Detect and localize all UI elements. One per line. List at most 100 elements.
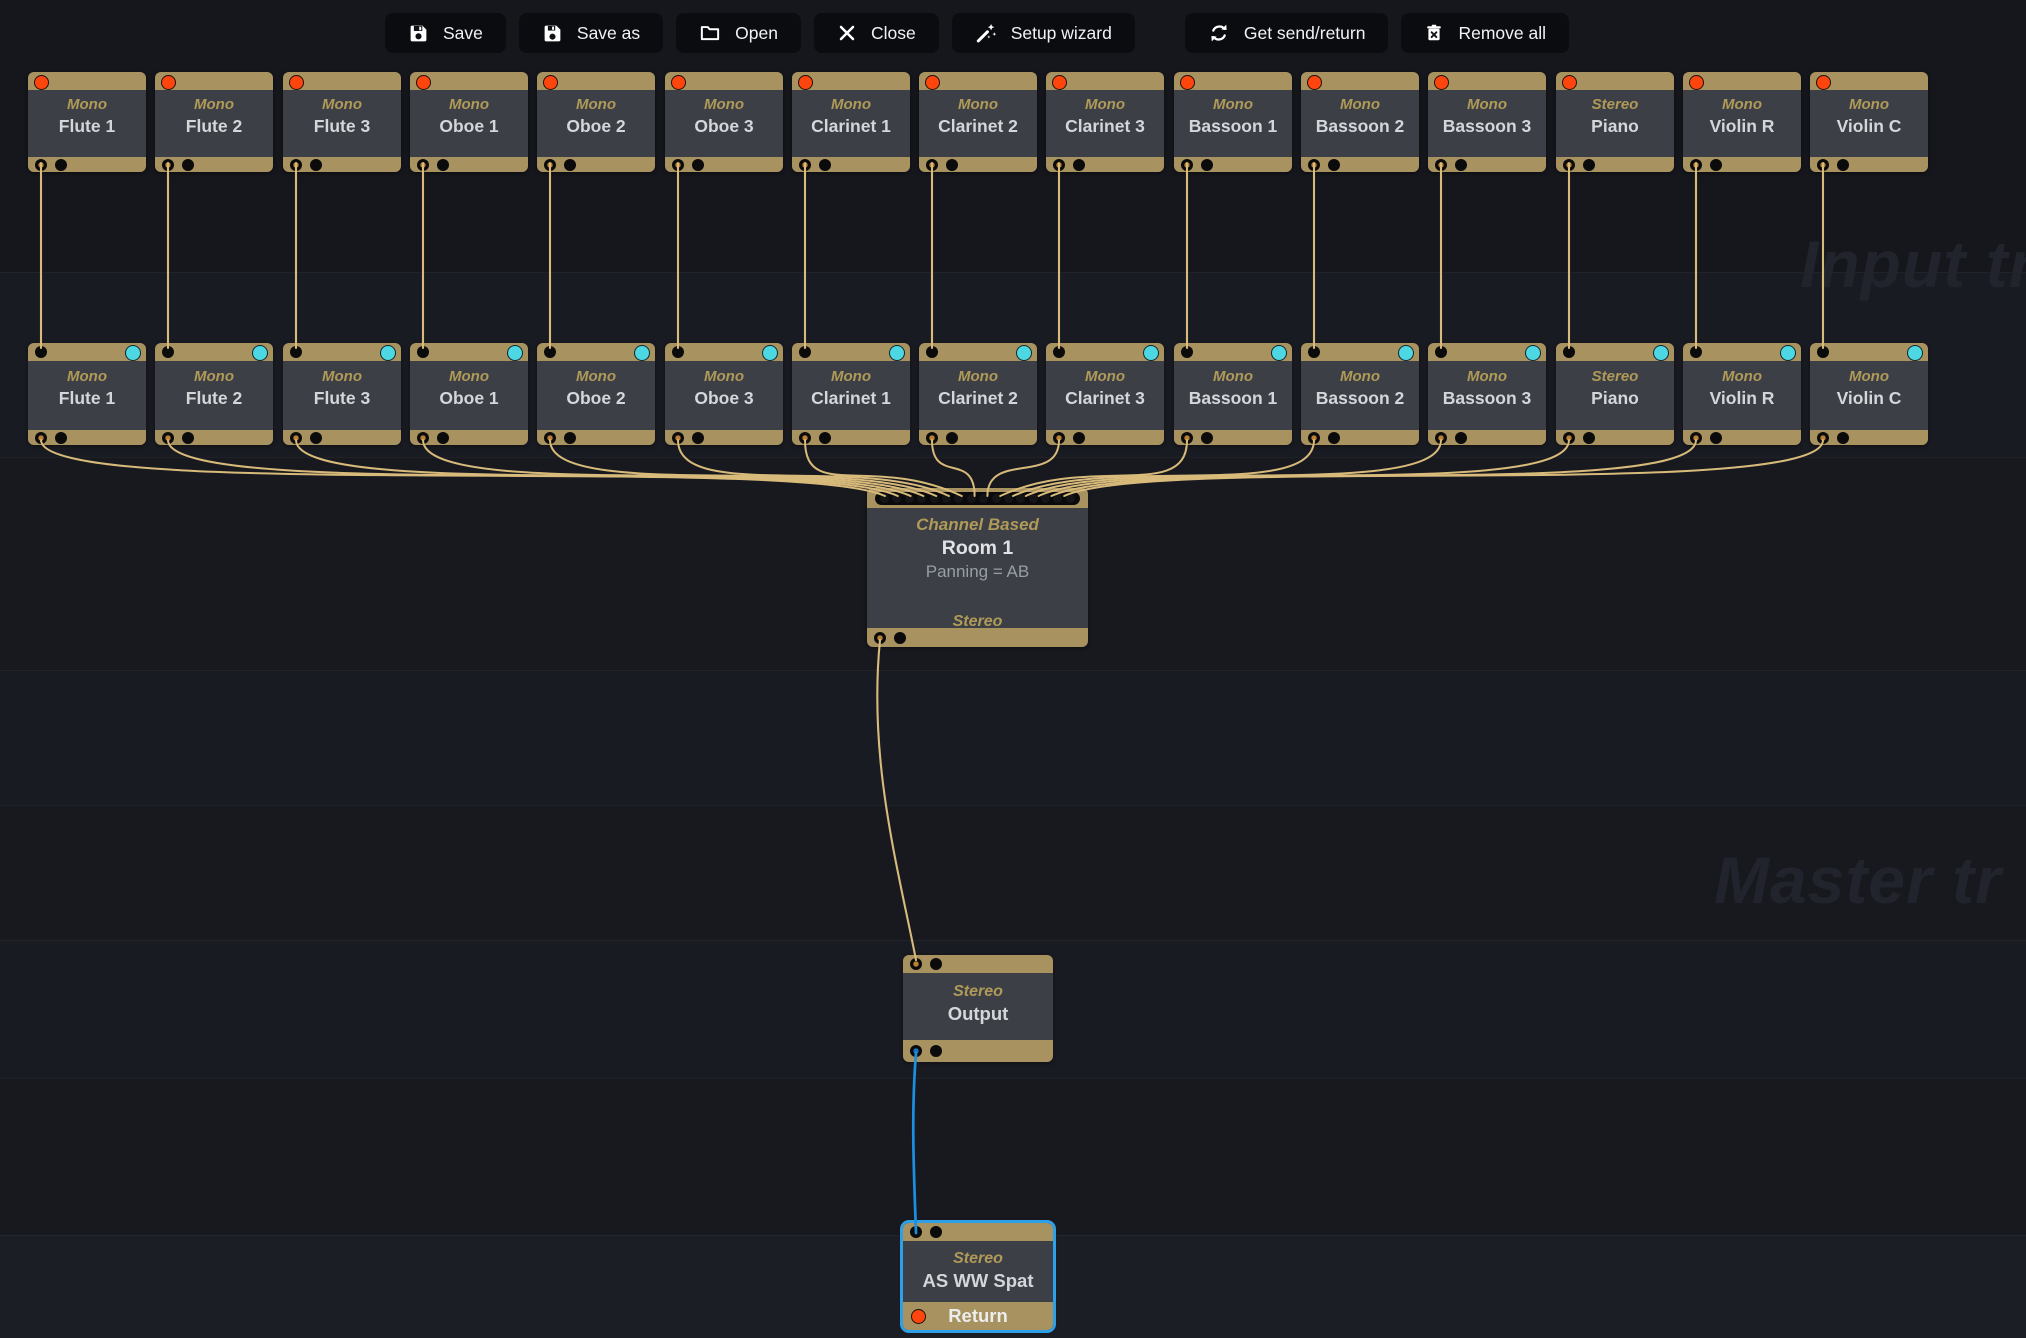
transcoder-node-clarinet-1[interactable]: MonoClarinet 1 <box>792 343 910 445</box>
output-port[interactable] <box>564 159 576 171</box>
output-port[interactable] <box>1817 432 1829 444</box>
output-port[interactable] <box>692 432 704 444</box>
output-port[interactable] <box>1328 159 1340 171</box>
output-port[interactable] <box>1201 159 1213 171</box>
output-port[interactable] <box>1201 432 1213 444</box>
output-port[interactable] <box>926 432 938 444</box>
output-port[interactable] <box>1710 159 1722 171</box>
output-port[interactable] <box>1435 159 1447 171</box>
transcoder-node-flute-2[interactable]: MonoFlute 2 <box>155 343 273 445</box>
input-node-bassoon-3[interactable]: MonoBassoon 3 <box>1428 72 1546 172</box>
close-button[interactable]: Close <box>814 13 939 53</box>
output-port[interactable] <box>290 432 302 444</box>
transcoder-node-oboe-2[interactable]: MonoOboe 2 <box>537 343 655 445</box>
output-port[interactable] <box>1308 432 1320 444</box>
output-port[interactable] <box>564 432 576 444</box>
save-as-button[interactable]: Save as <box>519 13 663 53</box>
transcoder-node-bassoon-1[interactable]: MonoBassoon 1 <box>1174 343 1292 445</box>
output-port[interactable] <box>946 432 958 444</box>
output-port[interactable] <box>437 432 449 444</box>
transcoder-node-oboe-3[interactable]: MonoOboe 3 <box>665 343 783 445</box>
input-port[interactable] <box>1181 346 1193 358</box>
transcoder-node-piano[interactable]: StereoPiano <box>1556 343 1674 445</box>
output-port[interactable] <box>819 159 831 171</box>
output-port[interactable] <box>1073 432 1085 444</box>
input-node-flute-1[interactable]: MonoFlute 1 <box>28 72 146 172</box>
input-node-oboe-2[interactable]: MonoOboe 2 <box>537 72 655 172</box>
input-port[interactable] <box>1435 346 1447 358</box>
input-node-bassoon-2[interactable]: MonoBassoon 2 <box>1301 72 1419 172</box>
output-port[interactable] <box>946 159 958 171</box>
output-port[interactable] <box>1563 432 1575 444</box>
output-port[interactable] <box>1817 159 1829 171</box>
output-port[interactable] <box>910 1045 922 1057</box>
input-node-clarinet-2[interactable]: MonoClarinet 2 <box>919 72 1037 172</box>
input-node-piano[interactable]: StereoPiano <box>1556 72 1674 172</box>
input-port[interactable] <box>1563 346 1575 358</box>
output-port[interactable] <box>437 159 449 171</box>
output-port[interactable] <box>672 159 684 171</box>
output-port[interactable] <box>290 159 302 171</box>
output-port[interactable] <box>1455 432 1467 444</box>
input-port[interactable] <box>910 958 922 970</box>
output-port[interactable] <box>672 432 684 444</box>
input-port[interactable] <box>672 346 684 358</box>
output-port[interactable] <box>692 159 704 171</box>
input-port[interactable] <box>1308 346 1320 358</box>
remove-all-button[interactable]: Remove all <box>1401 13 1569 53</box>
output-port[interactable] <box>819 432 831 444</box>
output-port[interactable] <box>417 159 429 171</box>
input-port[interactable] <box>417 346 429 358</box>
output-port[interactable] <box>926 159 938 171</box>
output-port[interactable] <box>162 159 174 171</box>
transcoder-node-clarinet-3[interactable]: MonoClarinet 3 <box>1046 343 1164 445</box>
output-port[interactable] <box>1563 159 1575 171</box>
input-port[interactable] <box>910 1226 922 1238</box>
transcoder-node-flute-1[interactable]: MonoFlute 1 <box>28 343 146 445</box>
input-node-flute-3[interactable]: MonoFlute 3 <box>283 72 401 172</box>
output-port[interactable] <box>1053 432 1065 444</box>
get-send-return-button[interactable]: Get send/return <box>1185 13 1389 53</box>
output-port[interactable] <box>1583 432 1595 444</box>
output-port[interactable] <box>874 632 886 644</box>
output-port[interactable] <box>182 432 194 444</box>
output-port[interactable] <box>182 159 194 171</box>
output-port[interactable] <box>1455 159 1467 171</box>
output-port[interactable] <box>310 432 322 444</box>
output-port[interactable] <box>35 432 47 444</box>
transcoder-node-flute-3[interactable]: MonoFlute 3 <box>283 343 401 445</box>
input-node-clarinet-3[interactable]: MonoClarinet 3 <box>1046 72 1164 172</box>
setup-wizard-button[interactable]: Setup wizard <box>952 13 1135 53</box>
output-port[interactable] <box>1181 432 1193 444</box>
output-port[interactable] <box>55 159 67 171</box>
input-port[interactable] <box>930 1226 942 1238</box>
output-port[interactable] <box>544 159 556 171</box>
open-button[interactable]: Open <box>676 13 801 53</box>
input-node-violin-c[interactable]: MonoViolin C <box>1810 72 1928 172</box>
output-port[interactable] <box>1690 159 1702 171</box>
output-port[interactable] <box>1328 432 1340 444</box>
output-port[interactable] <box>1181 159 1193 171</box>
save-button[interactable]: Save <box>385 13 506 53</box>
output-port[interactable] <box>930 1045 942 1057</box>
transcoder-node-violin-c[interactable]: MonoViolin C <box>1810 343 1928 445</box>
output-port[interactable] <box>417 432 429 444</box>
input-node-oboe-3[interactable]: MonoOboe 3 <box>665 72 783 172</box>
transcoder-node-bassoon-2[interactable]: MonoBassoon 2 <box>1301 343 1419 445</box>
transcoder-node-clarinet-2[interactable]: MonoClarinet 2 <box>919 343 1037 445</box>
input-port[interactable] <box>35 346 47 358</box>
transcoder-node-violin-r[interactable]: MonoViolin R <box>1683 343 1801 445</box>
input-port[interactable] <box>930 958 942 970</box>
output-port[interactable] <box>544 432 556 444</box>
output-port[interactable] <box>162 432 174 444</box>
output-port[interactable] <box>894 632 906 644</box>
output-port[interactable] <box>799 432 811 444</box>
input-node-clarinet-1[interactable]: MonoClarinet 1 <box>792 72 910 172</box>
node-graph-canvas[interactable]: { "toolbar": { "buttons": [ {"id":"save"… <box>0 0 2026 1337</box>
input-port[interactable] <box>926 346 938 358</box>
output-port[interactable] <box>1308 159 1320 171</box>
input-node-oboe-1[interactable]: MonoOboe 1 <box>410 72 528 172</box>
room-node[interactable]: Channel Based Room 1 Panning = AB Stereo <box>867 488 1088 647</box>
output-port[interactable] <box>35 159 47 171</box>
output-port[interactable] <box>1837 432 1849 444</box>
